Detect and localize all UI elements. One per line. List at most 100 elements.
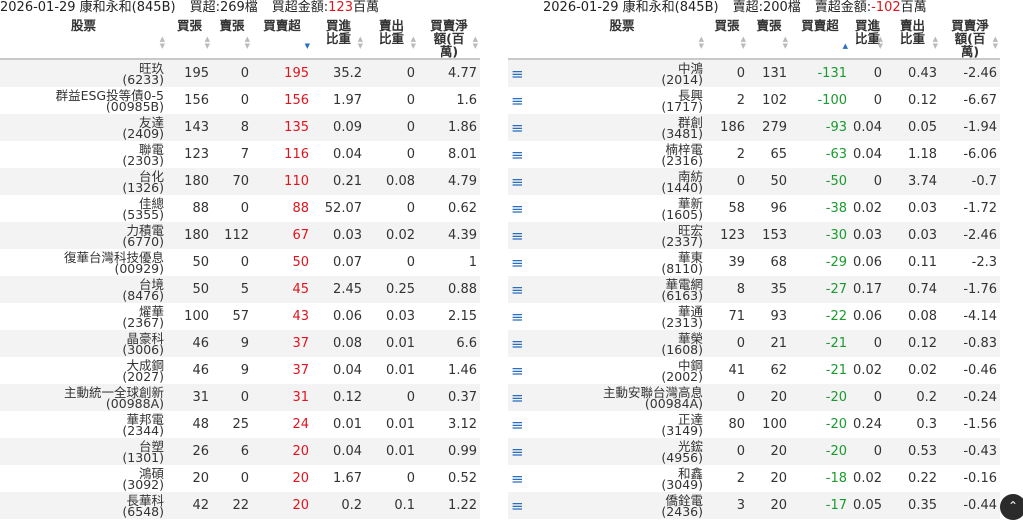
menu-icon[interactable]: ≡ <box>508 438 538 465</box>
table-row[interactable]: ≡ 華新 (1605) 58 96 -38 0.02 0.03 -1.72 <box>508 195 1000 222</box>
menu-icon[interactable]: ≡ <box>508 276 538 303</box>
menu-icon[interactable]: ≡ <box>508 222 538 249</box>
stock-cell[interactable]: 復華台灣科技優息 (00929) <box>0 249 167 276</box>
menu-icon[interactable]: ≡ <box>508 465 538 492</box>
table-row[interactable]: 台化 (1326) 180 70 110 0.21 0.08 4.79 <box>0 168 480 195</box>
stock-cell[interactable]: 力積電 (6770) <box>0 222 167 249</box>
col-header-stock[interactable]: 股票 ▲ ▼ <box>0 18 167 60</box>
stock-cell[interactable]: 群益ESG投等債0-5 (00985B) <box>0 87 167 114</box>
stock-cell[interactable]: 華東 (8110) <box>538 249 706 276</box>
menu-icon[interactable]: ≡ <box>508 411 538 438</box>
table-row[interactable]: ≡ 華通 (2313) 71 93 -22 0.06 0.08 -4.14 <box>508 303 1000 330</box>
menu-icon[interactable]: ≡ <box>508 195 538 222</box>
stock-cell[interactable]: 旺宏 (2337) <box>538 222 706 249</box>
menu-icon[interactable]: ≡ <box>508 249 538 276</box>
table-row[interactable]: ≡ 中鋼 (2002) 41 62 -21 0.02 0.02 -0.46 <box>508 357 1000 384</box>
col-header-sell-weight[interactable]: 賣出比重 ▲ ▼ <box>885 18 940 60</box>
stock-cell[interactable]: 佳總 (5355) <box>0 195 167 222</box>
stock-cell[interactable]: 鴻碩 (3092) <box>0 465 167 492</box>
menu-icon[interactable]: ≡ <box>508 357 538 384</box>
table-row[interactable]: ≡ 僑銓電 (2436) 3 20 -17 0.05 0.35 -0.44 <box>508 492 1000 519</box>
stock-cell[interactable]: 光鋐 (4956) <box>538 438 706 465</box>
stock-cell[interactable]: 主動安聯台灣高息 (00984A) <box>538 384 706 411</box>
stock-cell[interactable]: 和鑫 (3049) <box>538 465 706 492</box>
stock-cell[interactable]: 華新 (1605) <box>538 195 706 222</box>
table-row[interactable]: ≡ 中鴻 (2014) 0 131 -131 0 0.43 -2.46 <box>508 59 1000 87</box>
stock-cell[interactable]: 楠梓電 (2316) <box>538 141 706 168</box>
table-row[interactable]: ≡ 華電網 (6163) 8 35 -27 0.17 0.74 -1.76 <box>508 276 1000 303</box>
stock-cell[interactable]: 中鴻 (2014) <box>538 59 706 87</box>
col-header-buy[interactable]: 買張 ▲ ▼ <box>706 18 748 60</box>
menu-icon[interactable]: ≡ <box>508 384 538 411</box>
col-header-buy[interactable]: 買張 ▲ ▼ <box>167 18 212 60</box>
menu-icon[interactable]: ≡ <box>508 492 538 519</box>
table-row[interactable]: 晶豪科 (3006) 46 9 37 0.08 0.01 6.6 <box>0 330 480 357</box>
stock-cell[interactable]: 台塑 (1301) <box>0 438 167 465</box>
stock-cell[interactable]: 華榮 (1608) <box>538 330 706 357</box>
table-row[interactable]: ≡ 正達 (3149) 80 100 -20 0.24 0.3 -1.56 <box>508 411 1000 438</box>
col-header-sell-weight[interactable]: 賣出比重 ▲ ▼ <box>365 18 418 60</box>
stock-cell[interactable]: 僑銓電 (2436) <box>538 492 706 519</box>
table-row[interactable]: ≡ 群創 (3481) 186 279 -93 0.04 0.05 -1.94 <box>508 114 1000 141</box>
stock-cell[interactable]: 正達 (3149) <box>538 411 706 438</box>
table-row[interactable]: 旺玖 (6233) 195 0 195 35.2 0 4.77 <box>0 59 480 87</box>
chevron-up-icon[interactable]: ⌃ <box>1000 494 1023 520</box>
col-header-buy-weight[interactable]: 買進比重 ▲ ▼ <box>850 18 885 60</box>
table-row[interactable]: ≡ 華東 (8110) 39 68 -29 0.06 0.11 -2.3 <box>508 249 1000 276</box>
stock-cell[interactable]: 友達 (2409) <box>0 114 167 141</box>
table-row[interactable]: ≡ 南紡 (1440) 0 50 -50 0 3.74 -0.7 <box>508 168 1000 195</box>
menu-icon[interactable]: ≡ <box>508 114 538 141</box>
stock-cell[interactable]: 聯電 (2303) <box>0 141 167 168</box>
table-row[interactable]: 燿華 (2367) 100 57 43 0.06 0.03 2.15 <box>0 303 480 330</box>
table-row[interactable]: 鴻碩 (3092) 20 0 20 1.67 0 0.52 <box>0 465 480 492</box>
stock-cell[interactable]: 台境 (8476) <box>0 276 167 303</box>
stock-cell[interactable]: 南紡 (1440) <box>538 168 706 195</box>
col-header-stock[interactable]: 股票 ▲ ▼ <box>538 18 706 60</box>
table-row[interactable]: ≡ 光鋐 (4956) 0 20 -20 0 0.53 -0.43 <box>508 438 1000 465</box>
table-row[interactable]: 群益ESG投等債0-5 (00985B) 156 0 156 1.97 0 1.6 <box>0 87 480 114</box>
col-header-net[interactable]: 買賣超 ▲ <box>790 18 850 60</box>
table-row[interactable]: 力積電 (6770) 180 112 67 0.03 0.02 4.39 <box>0 222 480 249</box>
stock-cell[interactable]: 中鋼 (2002) <box>538 357 706 384</box>
menu-icon[interactable]: ≡ <box>508 303 538 330</box>
col-header-net-amount[interactable]: 買賣淨額(百萬) ▲ ▼ <box>418 18 480 60</box>
table-row[interactable]: ≡ 華榮 (1608) 0 21 -21 0 0.12 -0.83 <box>508 330 1000 357</box>
table-row[interactable]: 主動統一全球創新 (00988A) 31 0 31 0.12 0 0.37 <box>0 384 480 411</box>
table-row[interactable]: 長華科 (6548) 42 22 20 0.2 0.1 1.22 <box>0 492 480 519</box>
stock-cell[interactable]: 晶豪科 (3006) <box>0 330 167 357</box>
table-row[interactable]: 復華台灣科技優息 (00929) 50 0 50 0.07 0 1 <box>0 249 480 276</box>
table-row[interactable]: 台境 (8476) 50 5 45 2.45 0.25 0.88 <box>0 276 480 303</box>
stock-cell[interactable]: 燿華 (2367) <box>0 303 167 330</box>
col-header-net-amount[interactable]: 買賣淨額(百萬) ▲ ▼ <box>940 18 1000 60</box>
col-header-sell[interactable]: 賣張 ▲ ▼ <box>212 18 252 60</box>
col-header-net[interactable]: 買賣超 ▼ <box>252 18 312 60</box>
stock-cell[interactable]: 旺玖 (6233) <box>0 59 167 87</box>
table-row[interactable]: ≡ 主動安聯台灣高息 (00984A) 0 20 -20 0 0.2 -0.24 <box>508 384 1000 411</box>
stock-cell[interactable]: 群創 (3481) <box>538 114 706 141</box>
stock-cell[interactable]: 主動統一全球創新 (00988A) <box>0 384 167 411</box>
table-row[interactable]: ≡ 長興 (1717) 2 102 -100 0 0.12 -6.67 <box>508 87 1000 114</box>
stock-cell[interactable]: 大成鋼 (2027) <box>0 357 167 384</box>
stock-cell[interactable]: 長華科 (6548) <box>0 492 167 519</box>
stock-cell[interactable]: 華邦電 (2344) <box>0 411 167 438</box>
col-header-sell[interactable]: 賣張 ▲ ▼ <box>748 18 790 60</box>
table-row[interactable]: 華邦電 (2344) 48 25 24 0.01 0.01 3.12 <box>0 411 480 438</box>
stock-cell[interactable]: 華通 (2313) <box>538 303 706 330</box>
stock-cell[interactable]: 華電網 (6163) <box>538 276 706 303</box>
table-row[interactable]: 大成鋼 (2027) 46 9 37 0.04 0.01 1.46 <box>0 357 480 384</box>
col-header-buy-weight[interactable]: 買進比重 ▲ ▼ <box>312 18 365 60</box>
menu-icon[interactable]: ≡ <box>508 330 538 357</box>
table-row[interactable]: ≡ 和鑫 (3049) 2 20 -18 0.02 0.22 -0.16 <box>508 465 1000 492</box>
table-row[interactable]: 友達 (2409) 143 8 135 0.09 0 1.86 <box>0 114 480 141</box>
table-row[interactable]: 佳總 (5355) 88 0 88 52.07 0 0.62 <box>0 195 480 222</box>
menu-icon[interactable]: ≡ <box>508 141 538 168</box>
stock-cell[interactable]: 長興 (1717) <box>538 87 706 114</box>
menu-icon[interactable]: ≡ <box>508 59 538 87</box>
table-row[interactable]: ≡ 楠梓電 (2316) 2 65 -63 0.04 1.18 -6.06 <box>508 141 1000 168</box>
table-row[interactable]: ≡ 旺宏 (2337) 123 153 -30 0.03 0.03 -2.46 <box>508 222 1000 249</box>
table-row[interactable]: 聯電 (2303) 123 7 116 0.04 0 8.01 <box>0 141 480 168</box>
menu-icon[interactable]: ≡ <box>508 168 538 195</box>
menu-icon[interactable]: ≡ <box>508 87 538 114</box>
table-row[interactable]: 台塑 (1301) 26 6 20 0.04 0.01 0.99 <box>0 438 480 465</box>
stock-cell[interactable]: 台化 (1326) <box>0 168 167 195</box>
